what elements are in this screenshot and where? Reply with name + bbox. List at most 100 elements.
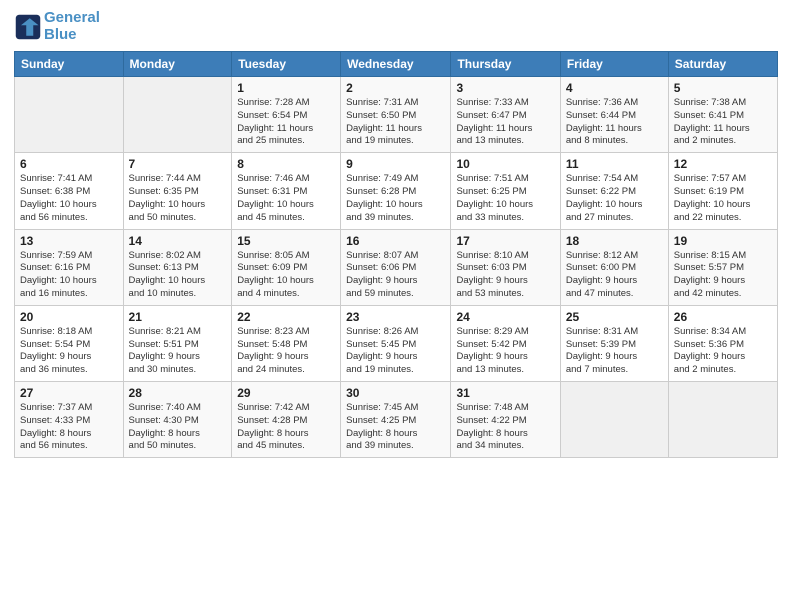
- day-number: 18: [566, 234, 663, 248]
- day-info: Sunrise: 7:59 AM Sunset: 6:16 PM Dayligh…: [20, 250, 118, 301]
- day-info: Sunrise: 7:48 AM Sunset: 4:22 PM Dayligh…: [456, 402, 554, 453]
- col-header-thursday: Thursday: [451, 52, 560, 77]
- day-info: Sunrise: 7:54 AM Sunset: 6:22 PM Dayligh…: [566, 173, 663, 224]
- calendar-week-row: 1Sunrise: 7:28 AM Sunset: 6:54 PM Daylig…: [15, 77, 778, 153]
- calendar-header-row: SundayMondayTuesdayWednesdayThursdayFrid…: [15, 52, 778, 77]
- day-number: 11: [566, 157, 663, 171]
- col-header-saturday: Saturday: [668, 52, 777, 77]
- day-number: 1: [237, 81, 335, 95]
- day-info: Sunrise: 8:31 AM Sunset: 5:39 PM Dayligh…: [566, 326, 663, 377]
- day-number: 26: [674, 310, 772, 324]
- day-info: Sunrise: 8:34 AM Sunset: 5:36 PM Dayligh…: [674, 326, 772, 377]
- day-number: 29: [237, 386, 335, 400]
- day-info: Sunrise: 7:44 AM Sunset: 6:35 PM Dayligh…: [129, 173, 227, 224]
- col-header-tuesday: Tuesday: [232, 52, 341, 77]
- day-info: Sunrise: 7:37 AM Sunset: 4:33 PM Dayligh…: [20, 402, 118, 453]
- page: General Blue SundayMondayTuesdayWednesda…: [0, 0, 792, 612]
- calendar-cell: 19 Sunrise: 8:15 AM Sunset: 5:57 PM Dayli…: [668, 229, 777, 305]
- day-info: Sunrise: 8:15 AM Sunset: 5:57 PM Dayligh…: [674, 250, 772, 301]
- day-number: 4: [566, 81, 663, 95]
- calendar-cell: 29 Sunrise: 7:42 AM Sunset: 4:28 PM Dayli…: [232, 382, 341, 458]
- day-info: Sunrise: 7:45 AM Sunset: 4:25 PM Dayligh…: [346, 402, 445, 453]
- calendar-cell: 9Sunrise: 7:49 AM Sunset: 6:28 PM Daylig…: [341, 153, 451, 229]
- day-number: 31: [456, 386, 554, 400]
- day-number: 15: [237, 234, 335, 248]
- col-header-sunday: Sunday: [15, 52, 124, 77]
- calendar-cell: 20 Sunrise: 8:18 AM Sunset: 5:54 PM Dayli…: [15, 305, 124, 381]
- day-number: 28: [129, 386, 227, 400]
- calendar-cell: 12 Sunrise: 7:57 AM Sunset: 6:19 PM Dayli…: [668, 153, 777, 229]
- day-number: 10: [456, 157, 554, 171]
- calendar-cell: [15, 77, 124, 153]
- day-info: Sunrise: 8:29 AM Sunset: 5:42 PM Dayligh…: [456, 326, 554, 377]
- col-header-monday: Monday: [123, 52, 232, 77]
- day-number: 13: [20, 234, 118, 248]
- day-info: Sunrise: 8:07 AM Sunset: 6:06 PM Dayligh…: [346, 250, 445, 301]
- day-info: Sunrise: 7:33 AM Sunset: 6:47 PM Dayligh…: [456, 97, 554, 148]
- day-number: 16: [346, 234, 445, 248]
- calendar-cell: 8 Sunrise: 7:46 AM Sunset: 6:31 PM Daylig…: [232, 153, 341, 229]
- calendar-week-row: 27Sunrise: 7:37 AM Sunset: 4:33 PM Dayli…: [15, 382, 778, 458]
- day-number: 6: [20, 157, 118, 171]
- calendar-cell: 6 Sunrise: 7:41 AM Sunset: 6:38 PM Daylig…: [15, 153, 124, 229]
- day-number: 20: [20, 310, 118, 324]
- calendar-cell: 5 Sunrise: 7:38 AM Sunset: 6:41 PM Daylig…: [668, 77, 777, 153]
- logo: General Blue: [14, 10, 100, 43]
- calendar-cell: 22 Sunrise: 8:23 AM Sunset: 5:48 PM Dayli…: [232, 305, 341, 381]
- col-header-friday: Friday: [560, 52, 668, 77]
- calendar-week-row: 20 Sunrise: 8:18 AM Sunset: 5:54 PM Dayli…: [15, 305, 778, 381]
- calendar-cell: 13 Sunrise: 7:59 AM Sunset: 6:16 PM Dayli…: [15, 229, 124, 305]
- day-number: 23: [346, 310, 445, 324]
- calendar-cell: 7 Sunrise: 7:44 AM Sunset: 6:35 PM Daylig…: [123, 153, 232, 229]
- calendar-cell: 24 Sunrise: 8:29 AM Sunset: 5:42 PM Dayli…: [451, 305, 560, 381]
- day-info: Sunrise: 8:10 AM Sunset: 6:03 PM Dayligh…: [456, 250, 554, 301]
- calendar-cell: 15Sunrise: 8:05 AM Sunset: 6:09 PM Dayli…: [232, 229, 341, 305]
- day-number: 9: [346, 157, 445, 171]
- calendar-table: SundayMondayTuesdayWednesdayThursdayFrid…: [14, 51, 778, 458]
- day-info: Sunrise: 7:31 AM Sunset: 6:50 PM Dayligh…: [346, 97, 445, 148]
- day-number: 14: [129, 234, 227, 248]
- calendar-cell: 17 Sunrise: 8:10 AM Sunset: 6:03 PM Dayli…: [451, 229, 560, 305]
- day-number: 21: [129, 310, 227, 324]
- day-number: 7: [129, 157, 227, 171]
- day-number: 8: [237, 157, 335, 171]
- day-number: 24: [456, 310, 554, 324]
- day-info: Sunrise: 7:40 AM Sunset: 4:30 PM Dayligh…: [129, 402, 227, 453]
- logo-text: General Blue: [44, 10, 100, 43]
- calendar-cell: 10 Sunrise: 7:51 AM Sunset: 6:25 PM Dayli…: [451, 153, 560, 229]
- calendar-cell: 26 Sunrise: 8:34 AM Sunset: 5:36 PM Dayli…: [668, 305, 777, 381]
- day-number: 22: [237, 310, 335, 324]
- calendar-cell: 3Sunrise: 7:33 AM Sunset: 6:47 PM Daylig…: [451, 77, 560, 153]
- day-info: Sunrise: 7:51 AM Sunset: 6:25 PM Dayligh…: [456, 173, 554, 224]
- day-info: Sunrise: 7:57 AM Sunset: 6:19 PM Dayligh…: [674, 173, 772, 224]
- day-info: Sunrise: 7:36 AM Sunset: 6:44 PM Dayligh…: [566, 97, 663, 148]
- calendar-cell: 31 Sunrise: 7:48 AM Sunset: 4:22 PM Dayli…: [451, 382, 560, 458]
- calendar-cell: [668, 382, 777, 458]
- day-info: Sunrise: 8:23 AM Sunset: 5:48 PM Dayligh…: [237, 326, 335, 377]
- day-info: Sunrise: 7:46 AM Sunset: 6:31 PM Dayligh…: [237, 173, 335, 224]
- calendar-cell: 30 Sunrise: 7:45 AM Sunset: 4:25 PM Dayli…: [341, 382, 451, 458]
- day-number: 25: [566, 310, 663, 324]
- calendar-cell: 1Sunrise: 7:28 AM Sunset: 6:54 PM Daylig…: [232, 77, 341, 153]
- calendar-cell: 16 Sunrise: 8:07 AM Sunset: 6:06 PM Dayli…: [341, 229, 451, 305]
- calendar-cell: 18 Sunrise: 8:12 AM Sunset: 6:00 PM Dayli…: [560, 229, 668, 305]
- logo-icon: [14, 13, 42, 41]
- day-info: Sunrise: 8:02 AM Sunset: 6:13 PM Dayligh…: [129, 250, 227, 301]
- calendar-cell: 11 Sunrise: 7:54 AM Sunset: 6:22 PM Dayli…: [560, 153, 668, 229]
- calendar-week-row: 13 Sunrise: 7:59 AM Sunset: 6:16 PM Dayli…: [15, 229, 778, 305]
- calendar-cell: [123, 77, 232, 153]
- calendar-cell: 21Sunrise: 8:21 AM Sunset: 5:51 PM Dayli…: [123, 305, 232, 381]
- day-info: Sunrise: 8:18 AM Sunset: 5:54 PM Dayligh…: [20, 326, 118, 377]
- day-number: 12: [674, 157, 772, 171]
- calendar-cell: 25 Sunrise: 8:31 AM Sunset: 5:39 PM Dayli…: [560, 305, 668, 381]
- calendar-cell: 27Sunrise: 7:37 AM Sunset: 4:33 PM Dayli…: [15, 382, 124, 458]
- day-info: Sunrise: 7:41 AM Sunset: 6:38 PM Dayligh…: [20, 173, 118, 224]
- calendar-cell: 23Sunrise: 8:26 AM Sunset: 5:45 PM Dayli…: [341, 305, 451, 381]
- day-number: 30: [346, 386, 445, 400]
- day-number: 19: [674, 234, 772, 248]
- day-info: Sunrise: 7:42 AM Sunset: 4:28 PM Dayligh…: [237, 402, 335, 453]
- day-info: Sunrise: 7:38 AM Sunset: 6:41 PM Dayligh…: [674, 97, 772, 148]
- day-number: 17: [456, 234, 554, 248]
- day-number: 5: [674, 81, 772, 95]
- day-info: Sunrise: 8:12 AM Sunset: 6:00 PM Dayligh…: [566, 250, 663, 301]
